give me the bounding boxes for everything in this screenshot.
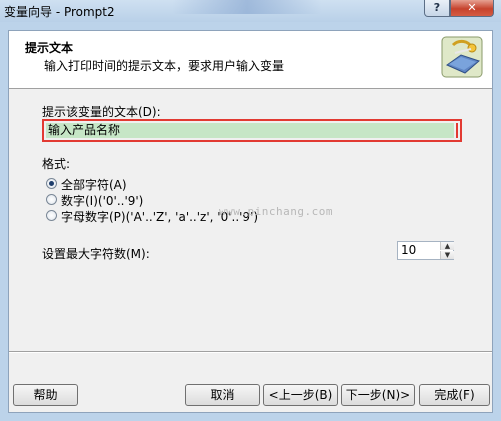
format-option-label: 数字(I)('0'..'9') [61,194,144,208]
prompt-field-highlight [42,119,462,142]
page-subtitle: 输入打印时间的提示文本，要求用户输入变量 [44,59,285,73]
blurred-title-region [172,0,322,14]
finish-button[interactable]: 完成(F) [419,384,490,406]
back-button[interactable]: <上一步(B) [263,384,338,406]
help-title-button[interactable]: ? [424,0,450,17]
next-button[interactable]: 下一步(N)> [341,384,415,406]
wizard-header: 提示文本 输入打印时间的提示文本，要求用户输入变量 [9,31,492,89]
format-label: 格式: [42,157,71,171]
dialog-client-area: 提示文本 输入打印时间的提示文本，要求用户输入变量 提示该变量的文本(D): 格… [8,30,493,413]
page-title: 提示文本 [25,41,74,55]
wizard-window: 变量向导 - Prompt2 ? ✕ 提示文本 输入打印时间的提示文本，要求用户… [0,0,501,421]
max-chars-label: 设置最大字符数(M): [42,247,150,261]
title-bar[interactable]: 变量向导 - Prompt2 ? ✕ [0,0,501,22]
close-button[interactable]: ✕ [450,0,494,17]
wizard-wand-icon [441,36,483,78]
help-button[interactable]: 帮助 [13,384,78,406]
radio-unchecked-icon[interactable] [46,210,57,221]
spinner-down-arrow-icon[interactable]: ▼ [440,251,454,259]
radio-checked-icon[interactable] [46,178,57,189]
prompt-field-label: 提示该变量的文本(D): [42,105,161,119]
text-cursor-marker [456,123,458,138]
footer-divider [9,351,492,353]
watermark-text: www.pinchang.com [219,205,333,218]
window-title: 变量向导 - Prompt2 [4,5,115,19]
cancel-button[interactable]: 取消 [185,384,260,406]
max-chars-spinner[interactable]: 10 ▲ ▼ [397,241,454,260]
spinner-up-arrow-icon[interactable]: ▲ [440,242,454,250]
radio-unchecked-icon[interactable] [46,194,57,205]
prompt-text-input[interactable] [46,123,454,138]
format-option-label: 全部字符(A) [61,178,127,192]
max-chars-value[interactable]: 10 [401,243,416,257]
